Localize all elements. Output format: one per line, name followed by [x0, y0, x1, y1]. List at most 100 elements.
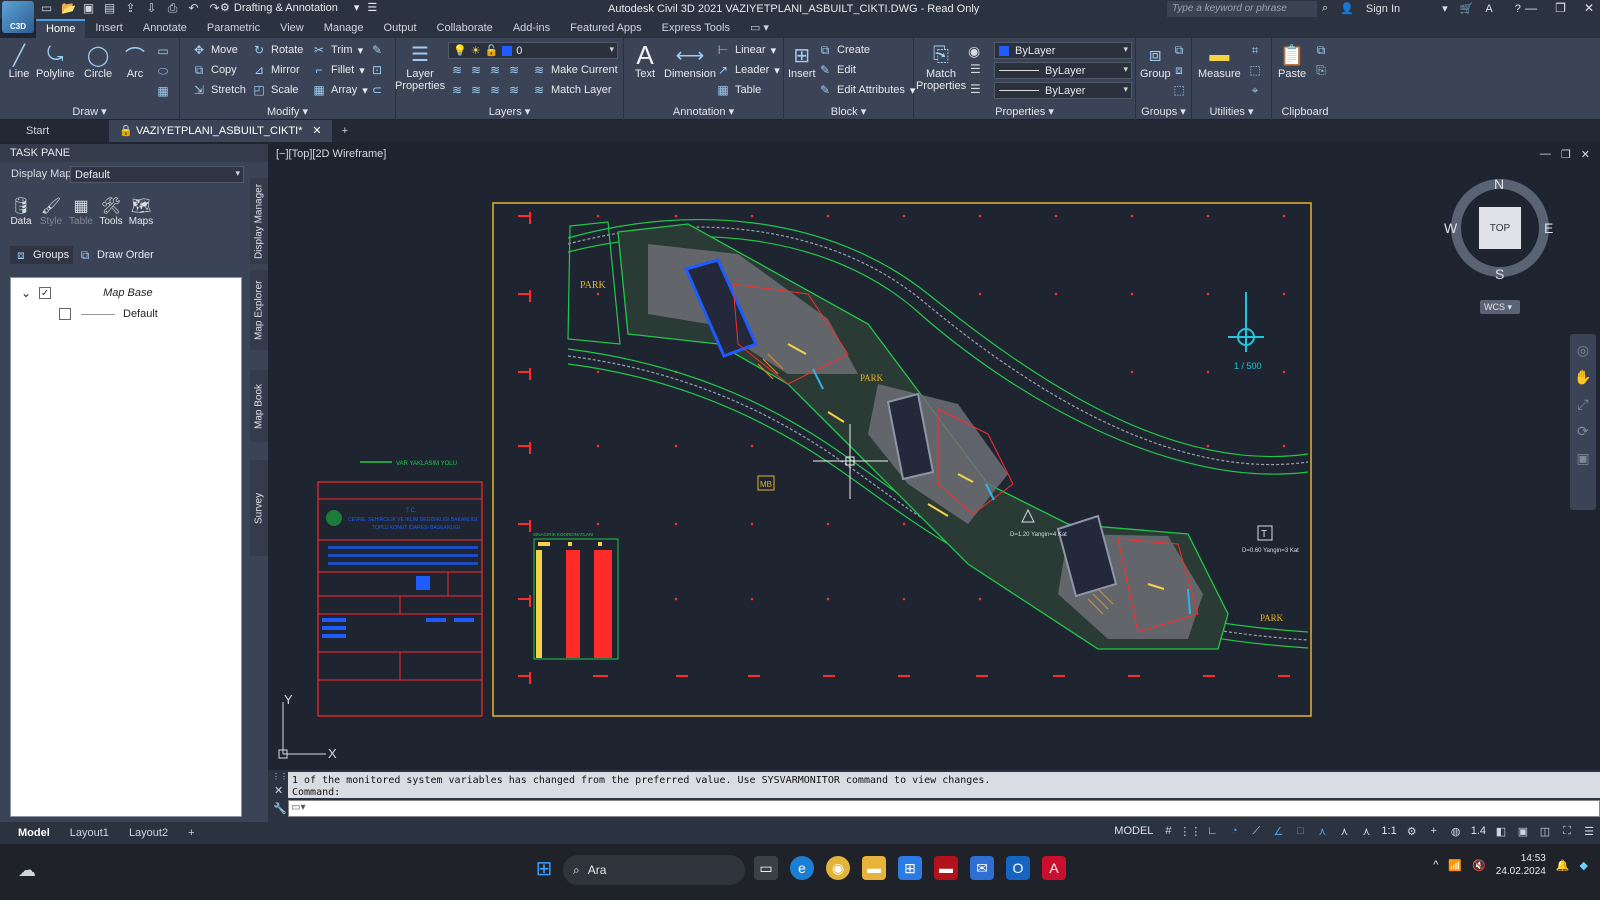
edge-icon[interactable]: e	[790, 856, 814, 880]
minimize-icon[interactable]: —	[1525, 1, 1537, 15]
linear-button[interactable]: ⊢ Linear ▾	[716, 43, 776, 57]
restore-icon[interactable]: ❐	[1555, 1, 1566, 15]
fillet-button[interactable]: ⌐ Fillet ▾	[312, 63, 364, 77]
weather-icon[interactable]: ☁	[18, 860, 36, 881]
group-select-button[interactable]: ⬚	[1172, 83, 1186, 97]
layer-freeze-icon[interactable]: ≋	[488, 63, 502, 77]
mirror-button[interactable]: ⊿ Mirror	[252, 63, 300, 77]
block-panel-title[interactable]: Block ▾	[784, 105, 913, 118]
object-snap-icon[interactable]: □	[1293, 824, 1307, 838]
tab-add-ins[interactable]: Add-ins	[503, 19, 560, 38]
notification-icon[interactable]: 🔔	[1556, 859, 1570, 872]
edit-block-button[interactable]: ✎ Edit	[818, 63, 856, 77]
copy-clip-button[interactable]: ⧉	[1314, 43, 1328, 57]
save-web-icon[interactable]: ⇩	[145, 2, 158, 15]
open-web-icon[interactable]: ⇪	[124, 2, 137, 15]
quick-calc-button[interactable]: ⌗	[1248, 43, 1262, 57]
annotation-panel-title[interactable]: Annotation ▾	[624, 105, 783, 118]
new-icon[interactable]: ▭	[40, 2, 53, 15]
copy-button[interactable]: ⧉ Copy	[192, 63, 237, 77]
draw-order-button[interactable]: ⧉ Draw Order	[78, 248, 154, 262]
recent-commands-icon[interactable]: ▭▾	[291, 802, 305, 813]
clean-screen-icon[interactable]: ⛶	[1560, 824, 1574, 838]
tab-map-explorer[interactable]: Map Explorer	[250, 270, 268, 350]
autocad-icon[interactable]: A	[1042, 856, 1066, 880]
rectangle-button[interactable]: ▭	[156, 44, 170, 58]
add-layout-button[interactable]: +	[178, 822, 204, 844]
clipboard-panel-title[interactable]: Clipboard	[1272, 106, 1338, 118]
explode-button[interactable]: ⊡	[370, 63, 384, 77]
tab-output[interactable]: Output	[374, 19, 427, 38]
viewcube-top-face[interactable]: TOP	[1479, 207, 1521, 249]
drawing-canvas[interactable]: [−][Top][2D Wireframe] — ❐ ✕ PARK PARK P…	[268, 144, 1600, 770]
tab-featured-apps[interactable]: Featured Apps	[560, 19, 652, 38]
display-map-dropdown[interactable]: Default ▾	[70, 166, 244, 183]
modify-panel-title[interactable]: Modify ▾	[180, 105, 395, 118]
compass-s[interactable]: S	[1495, 266, 1504, 282]
orbit-icon[interactable]: ⟳	[1577, 423, 1589, 440]
chrome-icon[interactable]: ◉	[826, 856, 850, 880]
app-red-icon[interactable]: ▬	[934, 856, 958, 880]
rotate-button[interactable]: ↻ Rotate	[252, 43, 303, 57]
tab-map-book[interactable]: Map Book	[250, 370, 268, 442]
chevron-down-icon[interactable]: ⌄	[21, 286, 31, 300]
compass-w[interactable]: W	[1444, 220, 1457, 236]
erase-button[interactable]: ✎	[370, 43, 384, 57]
layer-dropdown[interactable]: 💡 ☀ 🔓 0 ▾	[448, 42, 618, 59]
save-icon[interactable]: ▣	[82, 2, 95, 15]
edit-attributes-button[interactable]: ✎ Edit Attributes ▾	[818, 83, 915, 97]
arc-button[interactable]: ⌒ Arc	[122, 42, 148, 81]
tab-collaborate[interactable]: Collaborate	[427, 19, 503, 38]
layer-unisolate-icon[interactable]: ≋	[469, 83, 483, 97]
select-all-button[interactable]: ⬚	[1248, 63, 1262, 77]
group-edit-button[interactable]: ⧈	[1172, 63, 1186, 77]
trim-button[interactable]: ✂ Trim ▾	[312, 43, 363, 57]
annotation-scale-icon[interactable]: ⋏	[1359, 824, 1373, 838]
plot-icon[interactable]: ⎙	[166, 2, 179, 15]
chevron-up-icon[interactable]: ^	[1433, 859, 1438, 871]
clock[interactable]: 14:53 24.02.2024	[1496, 852, 1546, 878]
group-button[interactable]: ⧈ Group	[1140, 42, 1171, 81]
line-button[interactable]: ╱ Line	[6, 42, 32, 81]
cart-icon[interactable]: 🛒	[1460, 2, 1474, 15]
model-tab[interactable]: Model	[8, 822, 60, 844]
polar-icon[interactable]: ◔	[1227, 824, 1241, 838]
tab-view[interactable]: View	[270, 19, 314, 38]
autodesk-app-icon[interactable]: A	[1485, 3, 1492, 15]
leader-button[interactable]: ↗ Leader ▾	[716, 63, 780, 77]
workspace-select[interactable]: ⚙ Drafting & Annotation ▾ ☰	[220, 1, 377, 15]
move-button[interactable]: ✥ Move	[192, 43, 238, 57]
isodraft-icon[interactable]: ⟋	[1249, 824, 1263, 838]
tab-manage[interactable]: Manage	[314, 19, 374, 38]
tab-express-tools[interactable]: Express Tools	[652, 19, 740, 38]
task-view-icon[interactable]: ▭	[754, 856, 778, 880]
layer-thaw-icon[interactable]: ≋	[488, 83, 502, 97]
draw-panel-title[interactable]: Draw ▾	[0, 105, 179, 118]
ortho-icon[interactable]: ∟	[1205, 824, 1219, 838]
create-block-button[interactable]: ⧉ Create	[818, 43, 870, 57]
maps-tool[interactable]: 🗺 Maps	[129, 196, 153, 227]
customize-icon[interactable]: 🔧	[273, 802, 287, 815]
plus-icon[interactable]: +	[1427, 824, 1441, 838]
match-properties-button[interactable]: ⎘ Match Properties	[916, 42, 966, 92]
layer-properties-button[interactable]: ☰ Layer Properties	[395, 42, 445, 92]
close-icon[interactable]: ✕	[312, 125, 321, 137]
pan-icon[interactable]: ✋	[1574, 369, 1591, 386]
tools-tool[interactable]: 🛠 Tools	[99, 196, 122, 227]
tab-annotate[interactable]: Annotate	[133, 19, 197, 38]
customization-icon[interactable]: ☰	[1582, 824, 1596, 838]
help-icon[interactable]: ?	[1515, 3, 1521, 15]
auto-scale-icon[interactable]: ⋏	[1337, 824, 1351, 838]
quick-properties-icon[interactable]: ◧	[1494, 824, 1508, 838]
mail-icon[interactable]: ✉	[970, 856, 994, 880]
color-dropdown[interactable]: ByLayer ▾	[994, 42, 1132, 59]
layout1-tab[interactable]: Layout1	[60, 822, 119, 844]
layer-on-icon[interactable]: ≋	[450, 83, 464, 97]
grid-icon[interactable]: #	[1161, 824, 1175, 838]
new-tab-button[interactable]: +	[332, 120, 358, 142]
steering-wheel-icon[interactable]: ◎	[1577, 342, 1589, 359]
dimension-button[interactable]: ⟷ Dimension	[664, 42, 716, 81]
insert-block-button[interactable]: ⊞ Insert	[788, 42, 816, 81]
undo-icon[interactable]: ↶	[187, 2, 200, 15]
showmotion-icon[interactable]: ▣	[1576, 450, 1589, 467]
